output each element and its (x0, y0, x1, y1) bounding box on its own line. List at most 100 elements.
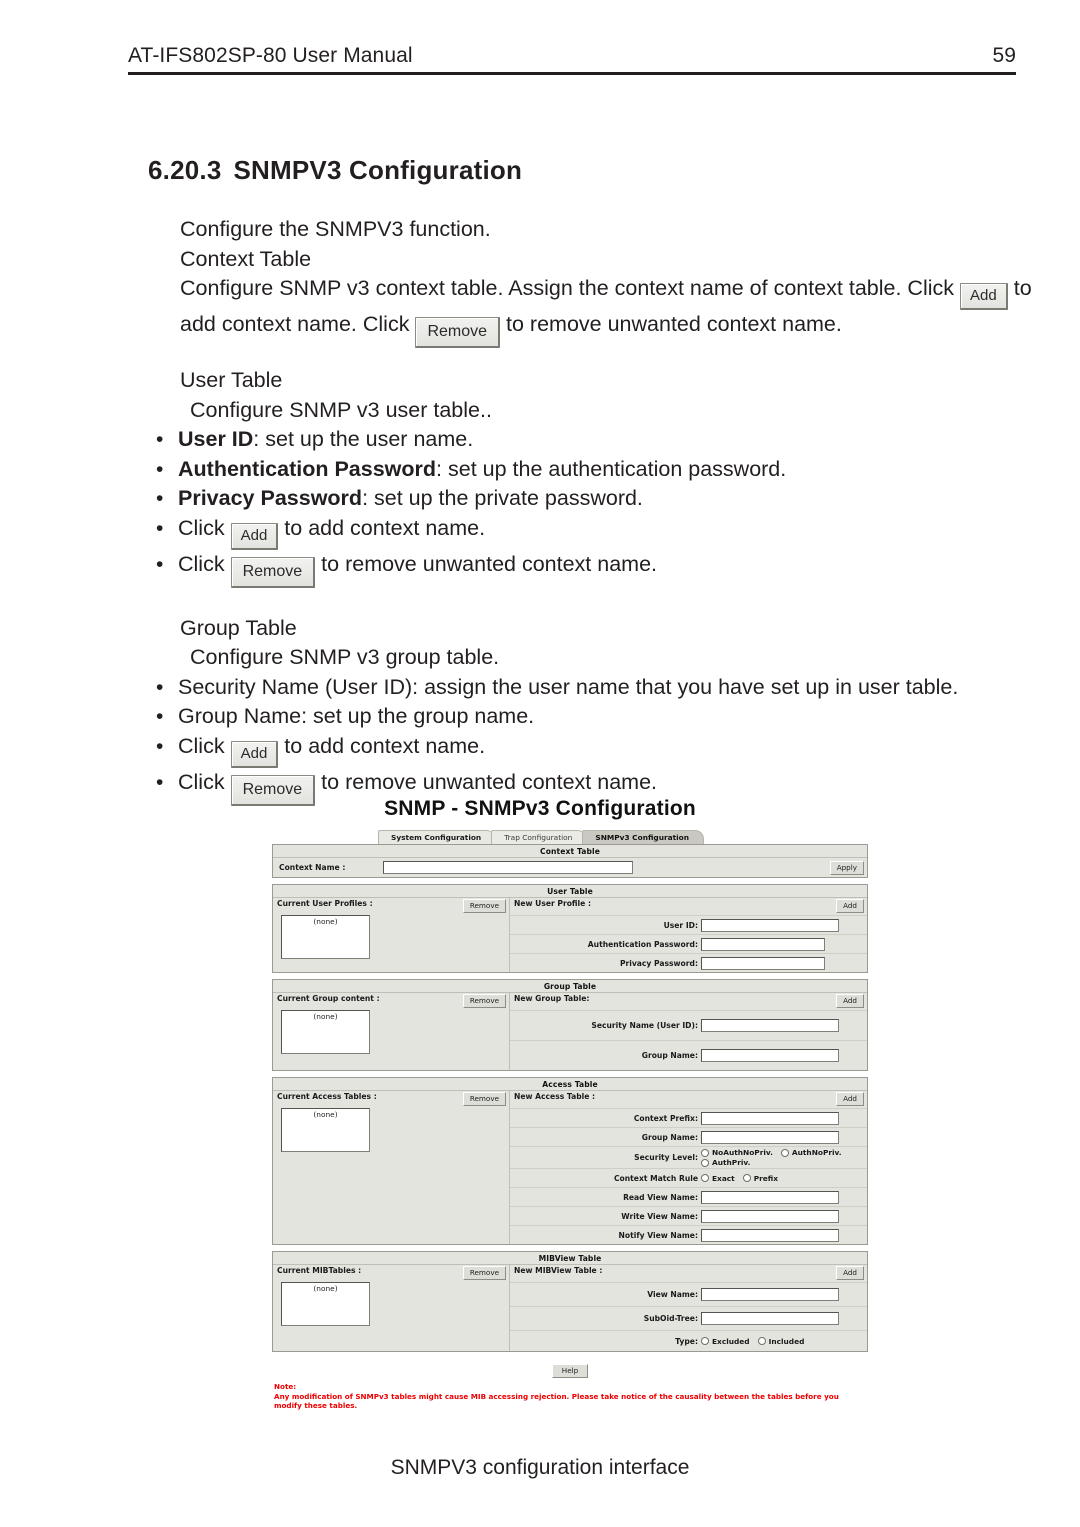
access-table-panel-title: Access Table (542, 1080, 598, 1089)
list-item-bold: Authentication Password (178, 456, 437, 481)
to-remove-context-label: to remove unwanted context name. (321, 551, 658, 576)
view-name-label: View Name: (647, 1290, 698, 1299)
click-label: Click (178, 551, 225, 576)
security-level-option-authpriv[interactable]: AuthPriv. (701, 1158, 750, 1167)
apply-button[interactable]: Apply (829, 860, 864, 875)
privacy-password-input[interactable] (701, 956, 825, 970)
context-name-input[interactable] (383, 861, 633, 874)
context-prefix-input[interactable] (701, 1111, 839, 1125)
remove-access-button[interactable]: Remove (462, 1092, 506, 1106)
bullet-glyph: • (156, 487, 164, 510)
notify-view-name-input[interactable] (701, 1228, 839, 1242)
add-user-button[interactable]: Add (836, 899, 864, 913)
help-button[interactable]: Help (551, 1364, 589, 1378)
tab-snmpv3-configuration[interactable]: SNMPv3 Configuration (582, 830, 705, 844)
authentication-password-row: Authentication Password: (510, 934, 867, 953)
security-name-input[interactable] (701, 1019, 839, 1032)
access-table-panel: Access Table Current Access Tables : Rem… (272, 1077, 868, 1245)
list-item-text: Privacy Password: set up the private pas… (178, 484, 1050, 514)
add-mibview-button[interactable]: Add (836, 1266, 864, 1280)
tab-bar: System Configuration Trap Configuration … (272, 830, 868, 844)
new-access-table-label: New Access Table : (514, 1092, 596, 1101)
context-match-option-label: Prefix (753, 1173, 779, 1183)
security-level-label: Security Level: (634, 1153, 698, 1162)
security-level-option-noauthnopriv[interactable]: NoAuthNoPriv. (701, 1148, 773, 1157)
radio-icon (701, 1174, 709, 1182)
list-item: • Authentication Password: set up the au… (150, 455, 1050, 485)
add-button-inline-context[interactable]: Add (960, 283, 1008, 310)
list-item-text: Authentication Password: set up the auth… (178, 455, 1050, 485)
access-table-body: Current Access Tables : Remove (none) Ne… (273, 1090, 867, 1244)
to-remove-context-label: to remove unwanted context name. (321, 769, 658, 794)
remove-button-inline-context[interactable]: Remove (415, 317, 501, 348)
context-table-panel-title: Context Table (540, 847, 600, 856)
read-view-name-input[interactable] (701, 1190, 839, 1204)
radio-icon (757, 1337, 766, 1345)
header-rule (128, 72, 1016, 75)
authentication-password-label: Authentication Password: (587, 939, 698, 949)
write-view-name-input[interactable] (701, 1209, 839, 1223)
tab-trap-configuration[interactable]: Trap Configuration (491, 830, 587, 844)
add-access-button[interactable]: Add (836, 1092, 864, 1106)
authentication-password-input[interactable] (701, 937, 825, 951)
type-label: Type: (675, 1336, 698, 1346)
bullet-glyph: • (156, 428, 164, 451)
current-mibtables-list[interactable]: (none) (281, 1282, 370, 1326)
context-para-part3: to remove unwanted context name. (506, 312, 842, 336)
current-group-content-label: Current Group content : (277, 994, 380, 1003)
suboid-tree-row: SubOid-Tree: (510, 1306, 867, 1330)
user-id-label: User ID: (663, 920, 698, 930)
security-name-label: Security Name (User ID): (591, 1021, 698, 1030)
access-group-name-input[interactable] (701, 1130, 839, 1144)
user-table-panel: User Table Current User Profiles : Remov… (272, 884, 868, 973)
remove-button-inline-user[interactable]: Remove (230, 556, 316, 588)
current-group-content-list[interactable]: (none) (281, 1010, 370, 1054)
add-button-inline-user[interactable]: Add (230, 522, 279, 550)
note-text: Any modification of SNMPv3 tables might … (274, 1391, 839, 1411)
mibview-table-panel-title: MIBView Table (538, 1254, 602, 1263)
security-level-option-label: AuthPriv. (712, 1158, 751, 1167)
list-item-bold: User ID (178, 427, 254, 451)
remove-mibview-button[interactable]: Remove (462, 1266, 506, 1280)
group-table-body: Current Group content : Remove (none) Ne… (273, 992, 867, 1070)
context-name-row: Context Name : Apply (273, 857, 867, 877)
current-user-profiles-list[interactable]: (none) (281, 915, 370, 959)
group-name-input[interactable] (701, 1049, 839, 1062)
user-id-input[interactable] (701, 918, 839, 932)
suboid-tree-input[interactable] (701, 1312, 839, 1325)
click-label: Click (178, 769, 225, 794)
new-mibview-table-label: New MIBView Table : (514, 1266, 603, 1275)
context-match-rule-row: Context Match Rule Exact Prefix (510, 1168, 867, 1187)
section-number: 6.20.3 (148, 155, 222, 185)
context-match-option-prefix[interactable]: Prefix (742, 1173, 779, 1183)
context-prefix-row: Context Prefix: (510, 1108, 867, 1127)
current-access-tables-label: Current Access Tables : (277, 1092, 377, 1101)
notify-view-name-label: Notify View Name: (618, 1230, 698, 1240)
privacy-password-row: Privacy Password: (510, 953, 867, 972)
current-mibtables-column: Current MIBTables : Remove (none) (273, 1265, 510, 1351)
view-name-input[interactable] (701, 1288, 839, 1301)
type-option-included[interactable]: Included (757, 1337, 804, 1346)
group-table-heading: Group Table (180, 615, 297, 640)
group-table-panel: Group Table Current Group content : Remo… (272, 979, 868, 1071)
current-access-tables-list[interactable]: (none) (281, 1108, 370, 1152)
current-access-tables-column: Current Access Tables : Remove (none) (273, 1091, 510, 1244)
context-match-option-exact[interactable]: Exact (701, 1174, 735, 1183)
list-item-bold: Privacy Password (178, 486, 363, 510)
add-button-inline-group[interactable]: Add (230, 740, 279, 768)
list-item-text: Click Add to add context name. (178, 514, 1050, 550)
radio-icon (701, 1148, 709, 1157)
user-table-panel-title: User Table (547, 887, 593, 896)
security-level-option-authnopriv[interactable]: AuthNoPriv. (780, 1148, 842, 1157)
radio-icon (701, 1158, 709, 1167)
tab-system-configuration[interactable]: System Configuration (378, 830, 496, 844)
read-view-name-label: Read View Name: (623, 1192, 698, 1202)
add-group-button[interactable]: Add (836, 994, 864, 1008)
remove-user-button[interactable]: Remove (462, 899, 506, 913)
remove-group-button[interactable]: Remove (462, 994, 506, 1008)
type-option-excluded[interactable]: Excluded (701, 1337, 750, 1346)
bullet-glyph: • (156, 552, 164, 576)
group-table-subtext: Configure SNMP v3 group table. (190, 645, 500, 669)
